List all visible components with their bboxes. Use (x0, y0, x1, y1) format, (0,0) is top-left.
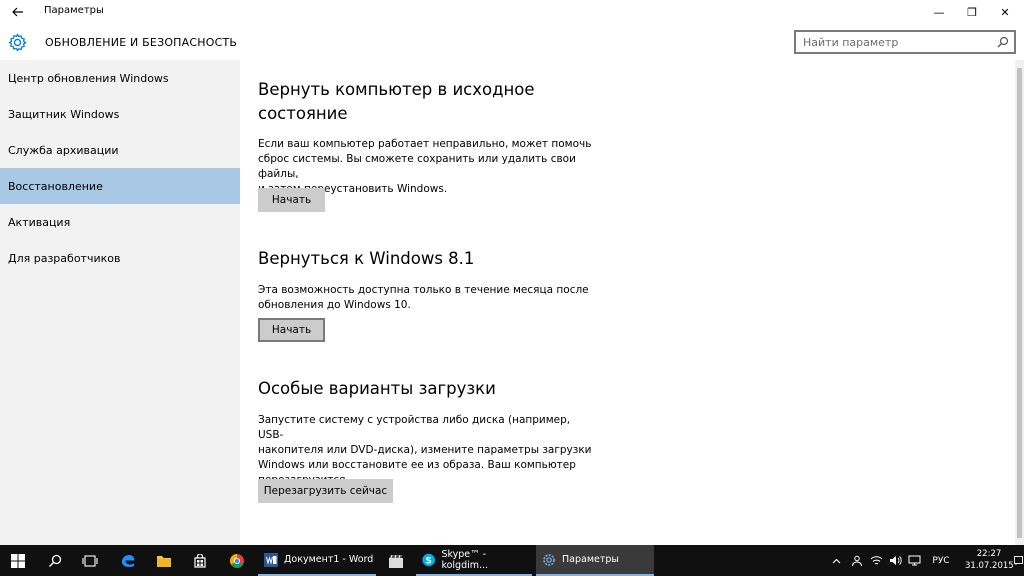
edge-taskbar-button[interactable] (111, 545, 145, 576)
main-content: Вернуть компьютер в исходное состояние Е… (240, 60, 1015, 545)
restart-now-button[interactable]: Перезагрузить сейчас (258, 479, 393, 503)
edge-icon (122, 554, 135, 567)
search-placeholder: Найти параметр (803, 36, 899, 49)
settings-icon (543, 553, 555, 566)
clock-date: 31.07.2015 (965, 561, 1014, 571)
folder-icon (157, 555, 171, 567)
people-icon (852, 555, 862, 566)
sidebar: Центр обновления Windows Защитник Window… (0, 60, 240, 545)
rollback-description-line: Эта возможность доступна только в течени… (258, 284, 589, 296)
search-input[interactable]: Найти параметр (794, 30, 1016, 54)
scrollbar[interactable] (1015, 60, 1024, 545)
tray-notifications-button[interactable] (1013, 545, 1024, 576)
reset-title-line1: Вернуть компьютер в исходное (258, 80, 535, 99)
reset-description-line: сброс системы. Вы сможете сохранить или … (258, 153, 576, 180)
taskbar-app-label: Документ1 - Word (284, 554, 374, 565)
store-icon (194, 553, 206, 568)
file-explorer-taskbar-button[interactable] (147, 545, 181, 576)
advanced-startup-description: Запустите систему с устройства либо диск… (258, 413, 598, 488)
rollback-description-line: обновления до Windows 10. (258, 299, 411, 311)
settings-header: ОБНОВЛЕНИЕ И БЕЗОПАСНОСТЬ Найти параметр (0, 24, 1024, 60)
sidebar-item-backup[interactable]: Служба архивации (0, 132, 240, 168)
window-title: Параметры (44, 5, 104, 16)
film-clapper-icon (389, 554, 403, 568)
taskbar-app-skype[interactable]: S Skype™ - kolgdim... (416, 545, 532, 576)
gear-icon (8, 33, 27, 52)
back-button[interactable] (4, 0, 32, 24)
scrollbar-thumb[interactable] (1017, 68, 1022, 538)
minimize-button[interactable]: — (922, 0, 956, 24)
reset-title-line2: состояние (258, 104, 348, 123)
network-icon (908, 555, 920, 566)
rollback-title: Вернуться к Windows 8.1 (258, 249, 475, 268)
tray-people-button[interactable] (848, 545, 866, 576)
notification-icon (1014, 555, 1023, 565)
rollback-description: Эта возможность доступна только в течени… (258, 283, 598, 313)
wifi-icon (870, 556, 882, 565)
word-icon (264, 552, 278, 567)
windows-logo-icon (11, 553, 25, 568)
sidebar-item-developers[interactable]: Для разработчиков (0, 240, 240, 276)
close-button[interactable]: ✕ (988, 0, 1022, 24)
advanced-description-line: Windows или восстановите ее из образа. В… (258, 459, 576, 471)
reset-description-line: Если ваш компьютер работает неправильно,… (258, 138, 592, 150)
chevron-up-icon (832, 558, 840, 563)
reset-start-button[interactable]: Начать (258, 188, 325, 212)
taskbar: Документ1 - Word S Skype™ - kolgdim... П… (0, 545, 1024, 576)
store-taskbar-button[interactable] (183, 545, 217, 576)
advanced-startup-title: Особые варианты загрузки (258, 379, 496, 398)
advanced-description-line: Запустите систему с устройства либо диск… (258, 414, 571, 441)
tray-clock[interactable]: 22:27 31.07.2015 (965, 548, 1014, 572)
skype-icon: S (422, 553, 435, 566)
tray-overflow-chevron[interactable] (828, 545, 844, 576)
tray-language[interactable]: РУС (926, 545, 956, 576)
maximize-button[interactable]: ❐ (955, 0, 989, 24)
taskbar-app-settings[interactable]: Параметры (536, 545, 654, 576)
rollback-start-button[interactable]: Начать (258, 318, 325, 342)
sidebar-item-windows-update[interactable]: Центр обновления Windows (0, 60, 240, 96)
taskbar-app-label: Параметры (562, 554, 619, 565)
start-button[interactable] (0, 545, 36, 576)
sidebar-item-windows-defender[interactable]: Защитник Windows (0, 96, 240, 132)
clock-time: 22:27 (976, 549, 1002, 559)
task-view-button[interactable] (73, 545, 107, 576)
taskbar-app-label: Skype™ - kolgdim... (441, 548, 489, 571)
tray-wifi-button[interactable] (867, 545, 885, 576)
sidebar-item-recovery[interactable]: Восстановление (0, 168, 240, 204)
search-taskbar-button[interactable] (38, 545, 72, 576)
task-view-icon (82, 554, 98, 567)
back-arrow-icon (12, 7, 23, 17)
search-icon[interactable] (997, 36, 1009, 48)
chrome-taskbar-button[interactable] (219, 545, 255, 576)
title-bar: Параметры — ❐ ✕ (0, 0, 1024, 24)
volume-icon (889, 556, 902, 565)
chrome-icon (230, 553, 244, 568)
svg-text:S: S (426, 556, 432, 566)
search-icon (49, 554, 62, 567)
sidebar-item-activation[interactable]: Активация (0, 204, 240, 240)
tray-volume-button[interactable] (886, 545, 904, 576)
tray-network-button[interactable] (905, 545, 923, 576)
media-taskbar-button[interactable] (378, 545, 414, 576)
taskbar-app-word[interactable]: Документ1 - Word (258, 545, 376, 576)
advanced-description-line: накопителя или DVD-диска), измените пара… (258, 444, 592, 456)
section-title: ОБНОВЛЕНИЕ И БЕЗОПАСНОСТЬ (45, 36, 238, 49)
